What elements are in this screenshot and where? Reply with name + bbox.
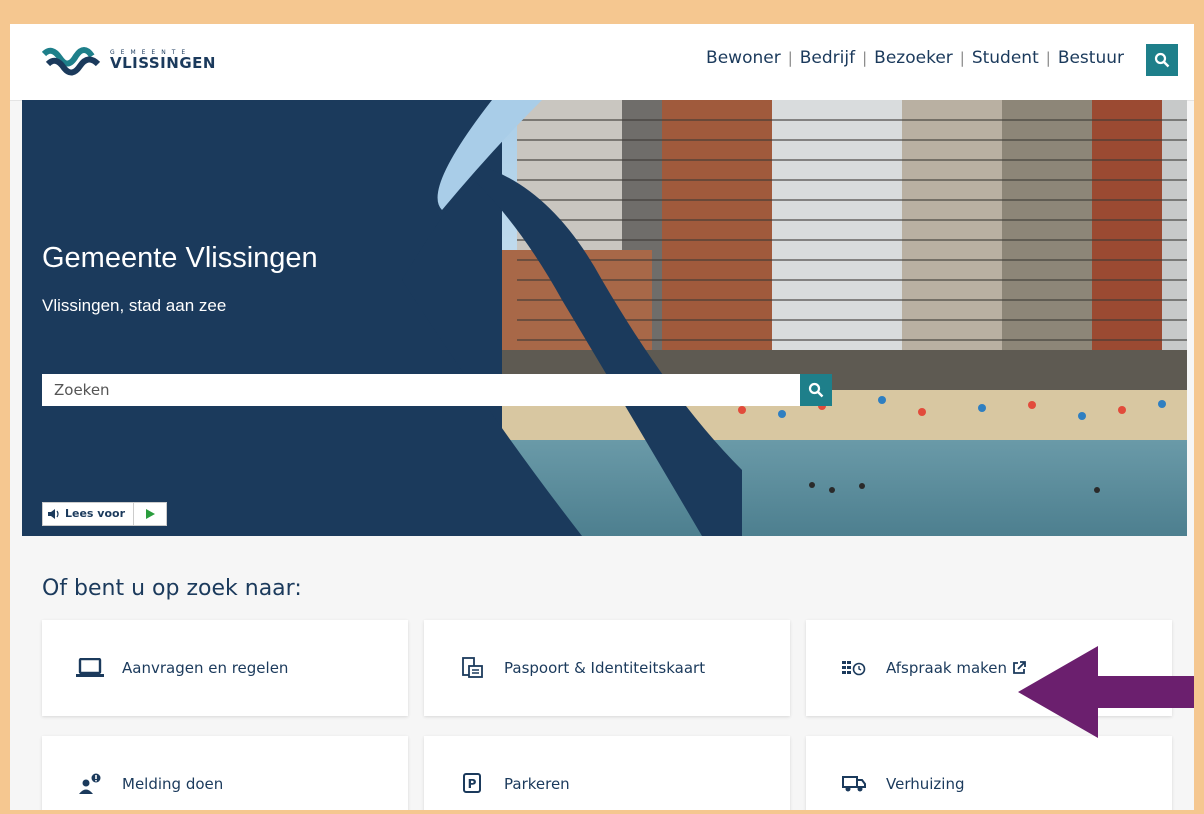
- hero-search-bar: [42, 374, 832, 406]
- card-aanvragen[interactable]: Aanvragen en regelen: [42, 620, 408, 716]
- logo-title: VLISSINGEN: [110, 53, 216, 72]
- person-alert-icon: [79, 773, 101, 794]
- nav-student[interactable]: Student: [972, 48, 1039, 68]
- card-label: Afspraak maken: [886, 659, 1026, 677]
- id-card-icon: [462, 657, 483, 678]
- svg-text:P: P: [468, 777, 477, 791]
- play-icon: [146, 509, 156, 519]
- card-label: Verhuizing: [886, 775, 965, 793]
- hero-photo: [22, 100, 1187, 536]
- readspeaker-label: Lees voor: [65, 507, 126, 520]
- nav-separator: |: [1045, 49, 1051, 67]
- section-title: Of bent u op zoek naar:: [42, 576, 302, 601]
- nav-bedrijf[interactable]: Bedrijf: [800, 48, 855, 68]
- nav-separator: |: [862, 49, 868, 67]
- hero-title: Gemeente Vlissingen: [42, 242, 318, 274]
- readspeaker-button[interactable]: Lees voor: [43, 503, 135, 525]
- header-search-button[interactable]: [1146, 44, 1178, 76]
- card-parkeren[interactable]: P Parkeren: [424, 736, 790, 810]
- wave-logo-icon: [42, 47, 101, 76]
- search-input[interactable]: [42, 374, 800, 406]
- play-button[interactable]: [134, 503, 166, 525]
- readspeaker-widget: Lees voor: [42, 502, 168, 526]
- calendar-clock-icon: [842, 661, 866, 676]
- nav-bewoner[interactable]: Bewoner: [706, 48, 781, 68]
- hero-search-button[interactable]: [800, 374, 832, 406]
- search-icon: [808, 382, 824, 398]
- laptop-icon: [76, 658, 104, 677]
- search-icon: [1154, 52, 1170, 68]
- card-label: Aanvragen en regelen: [122, 659, 289, 677]
- card-verhuizing[interactable]: Verhuizing: [806, 736, 1172, 810]
- card-label: Paspoort & Identiteitskaart: [504, 659, 706, 677]
- main-nav: Bewoner | Bedrijf | Bezoeker | Student |…: [706, 48, 1124, 68]
- browser-frame: GEMEENTE VLISSINGEN Bewoner | Bedrijf | …: [10, 10, 1194, 810]
- card-label: Melding doen: [122, 775, 224, 793]
- card-paspoort[interactable]: Paspoort & Identiteitskaart: [424, 620, 790, 716]
- card-label: Parkeren: [504, 775, 570, 793]
- card-label-text: Afspraak maken: [886, 659, 1008, 677]
- nav-separator: |: [959, 49, 965, 67]
- parking-icon: P: [463, 773, 481, 793]
- nav-bezoeker[interactable]: Bezoeker: [874, 48, 953, 68]
- speaker-icon: [48, 509, 59, 519]
- site-logo[interactable]: GEMEENTE VLISSINGEN: [42, 44, 216, 76]
- card-melding[interactable]: Melding doen: [42, 736, 408, 810]
- nav-bestuur[interactable]: Bestuur: [1058, 48, 1124, 68]
- annotation-arrow: [1018, 646, 1194, 738]
- nav-separator: |: [787, 49, 793, 67]
- site-header: GEMEENTE VLISSINGEN Bewoner | Bedrijf | …: [10, 24, 1194, 101]
- hero-banner: Gemeente Vlissingen Vlissingen, stad aan…: [22, 100, 1187, 536]
- hero-subtitle: Vlissingen, stad aan zee: [42, 296, 227, 315]
- moving-truck-icon: [842, 776, 866, 792]
